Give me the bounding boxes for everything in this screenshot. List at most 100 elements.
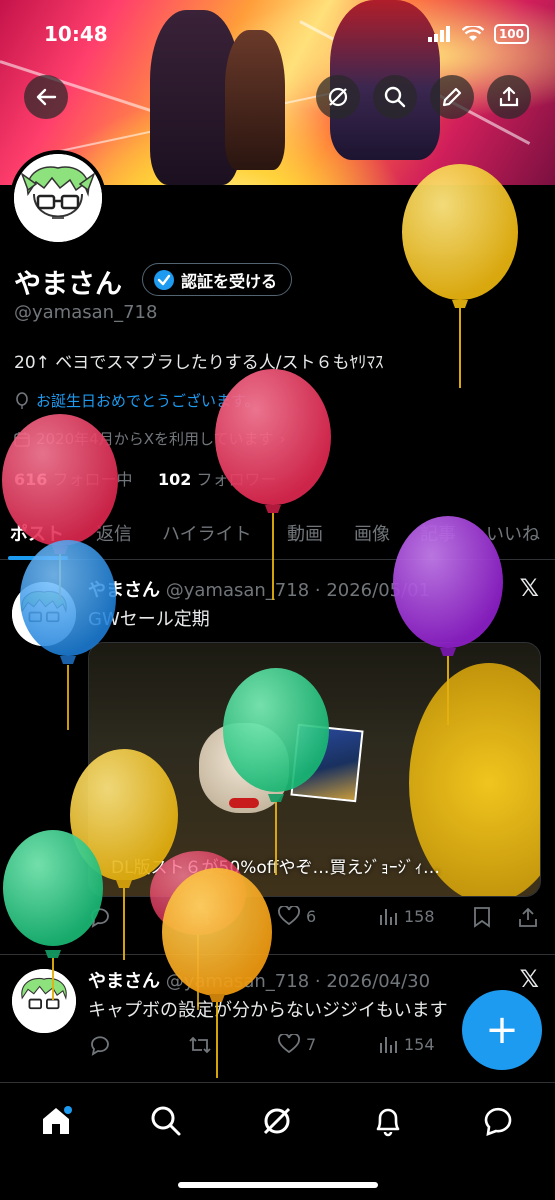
nav-notifications[interactable]: [368, 1101, 408, 1141]
tab-posts[interactable]: ポスト: [10, 520, 64, 546]
post-author[interactable]: やまさん: [88, 971, 160, 992]
profile-name: やまさん: [14, 269, 122, 300]
followers-count: 102: [157, 470, 192, 489]
follow-stats: 616 フォロー中 102 フォロワー: [14, 466, 276, 490]
battery-indicator: 100: [493, 24, 529, 44]
views-button[interactable]: 154: [378, 1034, 435, 1054]
card-caption: DL版スト６が50%offやぞ…買えｼﾞｮｰｼﾞｨ…: [111, 858, 440, 878]
tab-highlights[interactable]: ハイライト: [162, 520, 252, 546]
profile-tabs: ポスト 返信 ハイライト 動画 画像 記事 いいね: [0, 510, 555, 560]
back-button[interactable]: [24, 75, 68, 119]
post-header: やまさん @yamasan_718 · 2026/05/01: [88, 576, 430, 602]
plus-icon: +: [485, 1007, 519, 1053]
post-avatar[interactable]: [12, 969, 76, 1033]
nav-home[interactable]: [36, 1101, 76, 1141]
balloon-yellow: [402, 164, 518, 388]
compose-post-button[interactable]: +: [462, 990, 542, 1070]
profile-handle: @yamasan_718: [14, 302, 158, 323]
status-time: 10:48: [44, 22, 108, 46]
joined-row: 2020年4月からXを利用しています ›: [14, 428, 286, 449]
calendar-icon: [14, 431, 30, 447]
wifi-icon: [461, 26, 484, 41]
share-icon: [519, 907, 537, 927]
search-button[interactable]: [373, 75, 417, 119]
profile-avatar[interactable]: [10, 150, 106, 246]
like-button[interactable]: 6: [278, 906, 316, 926]
tab-replies[interactable]: 返信: [96, 520, 132, 546]
post-author[interactable]: やまさん: [88, 580, 160, 601]
get-verified-button[interactable]: 認証を受ける: [142, 263, 293, 296]
post-meta: @yamasan_718 · 2026/04/30: [165, 971, 431, 992]
arrow-left-icon: [36, 88, 57, 106]
game-cover-image: [290, 723, 364, 803]
birthday-text: お誕生日おめでとうございます。: [36, 392, 260, 410]
tab-articles[interactable]: 記事: [420, 520, 456, 546]
following-label: フォロー中: [52, 470, 133, 489]
search-icon: [151, 1106, 181, 1136]
post-meta: @yamasan_718 · 2026/05/01: [165, 580, 431, 601]
profile-bio: 20↑ ベヨでスマブラしたりする人/スト６もﾔﾘﾏｽ: [14, 353, 384, 373]
tab-videos[interactable]: 動画: [287, 520, 323, 546]
avatar-image: [14, 154, 102, 242]
tab-images[interactable]: 画像: [354, 520, 390, 546]
reply-icon: [91, 908, 109, 928]
repost-icon: [189, 908, 211, 926]
following-count: 616: [14, 470, 48, 489]
bookmark-button[interactable]: [473, 906, 491, 928]
view-count: 154: [404, 1034, 435, 1054]
repost-button[interactable]: [188, 1034, 212, 1056]
view-count: 158: [404, 906, 435, 926]
pencil-icon: [442, 87, 462, 107]
share-icon: [499, 86, 519, 107]
share-button[interactable]: [487, 75, 531, 119]
views-icon: [380, 909, 397, 925]
cellular-signal-icon: [427, 26, 450, 42]
heart-icon: [278, 1034, 300, 1054]
share-post-button[interactable]: [518, 906, 538, 928]
tab-likes[interactable]: いいね: [486, 520, 540, 546]
like-count: 7: [306, 1034, 317, 1054]
post-text: GWセール定期: [88, 609, 210, 630]
repost-icon: [189, 1036, 211, 1054]
reply-button[interactable]: [88, 906, 110, 928]
post-header: やまさん @yamasan_718 · 2026/04/30: [88, 967, 430, 993]
message-icon: [484, 1107, 512, 1136]
nav-grok[interactable]: [257, 1101, 297, 1141]
birthday-row: お誕生日おめでとうございます。: [14, 390, 260, 411]
following-link[interactable]: 616 フォロー中: [14, 470, 133, 489]
avatar-image: [12, 969, 76, 1033]
followers-label: フォロワー: [196, 470, 277, 489]
balloon-icon: [16, 391, 28, 409]
grok-button[interactable]: [316, 75, 360, 119]
grok-icon: [328, 87, 348, 107]
post-actions: 6 158: [88, 906, 543, 936]
followers-link[interactable]: 102 フォロワー: [158, 470, 277, 489]
chevron-right-icon: ›: [279, 429, 286, 448]
bell-icon: [376, 1108, 400, 1137]
like-count: 6: [306, 906, 317, 926]
nav-messages[interactable]: [478, 1101, 518, 1141]
x-logo-icon: 𝕏: [519, 574, 539, 602]
post-media-card[interactable]: DL版スト６が50%offやぞ…買えｼﾞｮｰｼﾞｨ…: [88, 642, 541, 897]
repost-button[interactable]: [188, 906, 212, 928]
nav-search[interactable]: [146, 1101, 186, 1141]
get-verified-label: 認証を受ける: [181, 271, 278, 291]
avatar-image: [12, 582, 76, 646]
home-indicator: [178, 1182, 378, 1188]
x-logo-icon: 𝕏: [519, 965, 539, 993]
reply-icon: [91, 1036, 109, 1056]
verified-badge-icon: [154, 269, 174, 290]
home-icon: [43, 1106, 72, 1134]
edit-button[interactable]: [430, 75, 474, 119]
joined-text: 2020年4月からXを利用しています: [36, 430, 274, 448]
views-icon: [380, 1037, 397, 1053]
bookmark-icon: [474, 907, 490, 928]
reply-button[interactable]: [88, 1034, 110, 1056]
grok-icon: [263, 1107, 291, 1135]
search-icon: [384, 86, 406, 108]
like-button[interactable]: 7: [278, 1034, 316, 1054]
post-text: キャプボの設定が分からないジジイもいます: [88, 1000, 448, 1021]
post-avatar[interactable]: [12, 582, 76, 646]
views-button[interactable]: 158: [378, 906, 435, 926]
heart-icon: [278, 906, 300, 926]
